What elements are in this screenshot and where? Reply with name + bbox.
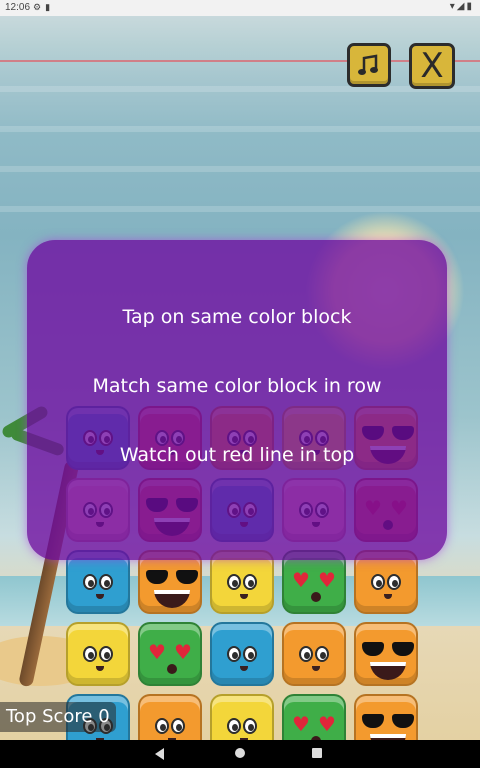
- eye: [371, 574, 385, 590]
- close-icon: X: [420, 46, 444, 86]
- background-stripe: [0, 206, 480, 212]
- settings-icon: ⚙: [33, 2, 46, 12]
- instruction-line: Watch out red line in top: [119, 444, 355, 466]
- eye: [171, 718, 185, 734]
- mouth: [240, 594, 248, 599]
- mouth: [96, 594, 104, 599]
- top-score-label: Top Score 0: [0, 702, 116, 732]
- block-orange[interactable]: [354, 694, 418, 740]
- eye: [227, 574, 241, 590]
- eye: [243, 718, 257, 734]
- status-left-icons: ⚙▮: [33, 2, 54, 13]
- eye: [243, 574, 257, 590]
- background-stripe: [0, 166, 480, 172]
- sunglasses-icon: [362, 642, 414, 658]
- background-stripe: [0, 126, 480, 132]
- block-orange[interactable]: [354, 622, 418, 686]
- battery-icon: ▮: [466, 1, 474, 12]
- block-green[interactable]: ♥ ♥: [138, 622, 202, 686]
- block-orange[interactable]: [282, 622, 346, 686]
- eye: [83, 646, 97, 662]
- navigation-bar: [0, 740, 480, 768]
- eye: [99, 646, 113, 662]
- background-stripe: [0, 86, 480, 92]
- eye: [99, 574, 113, 590]
- mouth: [240, 666, 248, 671]
- eye: [315, 646, 329, 662]
- game-area[interactable]: ♥♥♥♥♥♥♥♥ X Top Score 0 Tap on same color…: [0, 16, 480, 740]
- heart-eye-icon: ♥: [292, 712, 310, 736]
- mouth: [312, 666, 320, 671]
- music-toggle-button[interactable]: [347, 43, 391, 87]
- mouth: [96, 666, 104, 671]
- danger-red-line: [0, 60, 480, 62]
- block-orange[interactable]: [138, 694, 202, 740]
- eye: [83, 574, 97, 590]
- instruction-line: Tap on same color block: [122, 306, 352, 328]
- home-icon[interactable]: [235, 748, 245, 758]
- status-right-icons: ▾◢▮: [450, 1, 474, 12]
- sunglasses-icon: [146, 570, 198, 586]
- block-yellow[interactable]: [210, 694, 274, 740]
- instruction-line: Match same color block in row: [92, 375, 382, 397]
- eye: [155, 718, 169, 734]
- mouth: [384, 594, 392, 599]
- grin-mouth: [154, 590, 190, 608]
- open-mouth: [311, 592, 321, 602]
- block-yellow[interactable]: [66, 622, 130, 686]
- heart-eye-icon: ♥: [148, 640, 166, 664]
- heart-eye-icon: ♥: [318, 712, 336, 736]
- eye: [227, 646, 241, 662]
- status-time: 12:06: [5, 2, 31, 13]
- eye: [243, 646, 257, 662]
- sunglasses-icon: [362, 714, 414, 730]
- eye: [387, 574, 401, 590]
- recents-icon[interactable]: [312, 748, 322, 758]
- close-button[interactable]: X: [409, 43, 455, 89]
- wifi-icon: ▾: [449, 1, 457, 12]
- status-bar: 12:06 ⚙▮ ▾◢▮: [0, 0, 480, 16]
- heart-eye-icon: ♥: [174, 640, 192, 664]
- eye: [299, 646, 313, 662]
- eye: [227, 718, 241, 734]
- heart-eye-icon: ♥: [318, 568, 336, 592]
- block-green[interactable]: ♥ ♥: [282, 694, 346, 740]
- back-icon[interactable]: [155, 748, 164, 760]
- grin-mouth: [370, 662, 406, 680]
- block-blue[interactable]: [210, 622, 274, 686]
- music-note-icon: [358, 54, 378, 75]
- instructions-overlay[interactable]: Tap on same color block Match same color…: [27, 240, 447, 560]
- heart-eye-icon: ♥: [292, 568, 310, 592]
- open-mouth: [167, 664, 177, 674]
- sd-card-icon: ▮: [45, 2, 55, 12]
